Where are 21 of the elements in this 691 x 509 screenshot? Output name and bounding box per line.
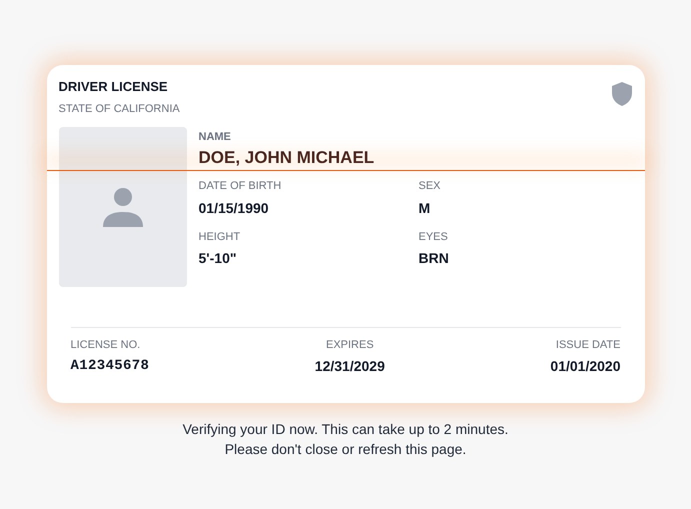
field-label: EXPIRES	[326, 338, 374, 352]
field-label: DATE OF BIRTH	[198, 179, 282, 194]
holder-name: DOE, JOHN MICHAEL	[198, 149, 374, 167]
field-label: EYES	[418, 230, 449, 244]
field-value: A12345678	[70, 357, 150, 376]
status-message: Please don't close or refresh this page.	[224, 440, 466, 459]
field-value: M	[418, 198, 432, 218]
field-label: ISSUE DATE	[556, 338, 620, 352]
status-message: Verifying your ID now. This can take up to 2 minutes.	[182, 420, 508, 439]
shield-icon	[610, 81, 632, 107]
field-label: SEX	[418, 179, 442, 194]
field-value: 01/15/1990	[198, 198, 270, 218]
field-label: HEIGHT	[198, 230, 242, 244]
field-value: 01/01/2020	[550, 357, 620, 376]
field-value: BRN	[418, 249, 450, 268]
field-value: 12/31/2029	[314, 357, 385, 376]
card-subtitle: STATE OF CALIFORNIA	[58, 102, 180, 117]
field-value: 5'-10"	[198, 249, 238, 268]
field-label: NAME	[198, 130, 232, 144]
field-label: LICENSE NO.	[70, 338, 140, 352]
card-title: DRIVER LICENSE	[58, 78, 169, 96]
